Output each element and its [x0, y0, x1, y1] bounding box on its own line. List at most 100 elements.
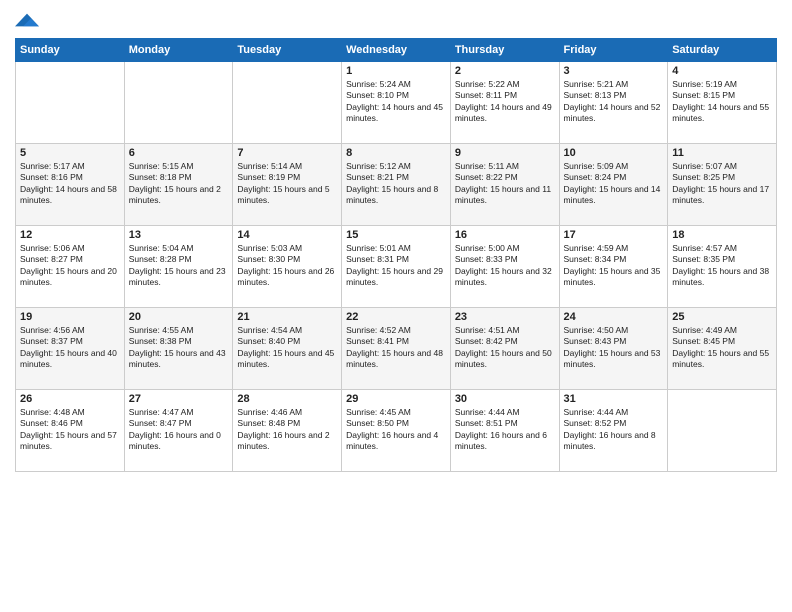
day-number: 14 [237, 229, 337, 241]
day-number: 5 [20, 147, 120, 159]
calendar-cell: 25Sunrise: 4:49 AMSunset: 8:45 PMDayligh… [668, 308, 777, 390]
day-info: Sunrise: 4:45 AMSunset: 8:50 PMDaylight:… [346, 407, 446, 453]
calendar-cell [668, 390, 777, 472]
calendar-cell: 7 Sunrise: 5:14 AMSunset: 8:19 PMDaylight… [233, 144, 342, 226]
day-number: 30 [455, 393, 555, 405]
day-number: 13 [129, 229, 229, 241]
calendar-cell [233, 62, 342, 144]
day-number: 8 [346, 147, 446, 159]
day-number: 7 [237, 147, 337, 159]
day-info: Sunrise: 4:44 AMSunset: 8:52 PMDaylight:… [564, 407, 664, 453]
day-number: 23 [455, 311, 555, 323]
calendar-cell: 12 Sunrise: 5:06 AMSunset: 8:27 PMDayligh… [16, 226, 125, 308]
day-number: 2 [455, 65, 555, 77]
day-number: 6 [129, 147, 229, 159]
calendar-week-row: 19 Sunrise: 4:56 AMSunset: 8:37 PMDayligh… [16, 308, 777, 390]
calendar-cell: 11 Sunrise: 5:07 AMSunset: 8:25 PMDayligh… [668, 144, 777, 226]
day-info: Sunrise: 4:54 AMSunset: 8:40 PMDaylight:… [237, 325, 337, 371]
day-number: 20 [129, 311, 229, 323]
calendar-cell: 2 Sunrise: 5:22 AMSunset: 8:11 PMDaylight… [450, 62, 559, 144]
calendar-week-row: 1 Sunrise: 5:24 AMSunset: 8:10 PMDaylight… [16, 62, 777, 144]
day-number: 29 [346, 393, 446, 405]
day-info: Sunrise: 5:21 AMSunset: 8:13 PMDaylight:… [564, 79, 664, 125]
day-info: Sunrise: 4:59 AMSunset: 8:34 PMDaylight:… [564, 243, 664, 289]
calendar-cell: 8 Sunrise: 5:12 AMSunset: 8:21 PMDaylight… [342, 144, 451, 226]
day-number: 21 [237, 311, 337, 323]
calendar-cell: 6Sunrise: 5:15 AMSunset: 8:18 PMDaylight… [124, 144, 233, 226]
calendar-cell: 13 Sunrise: 5:04 AMSunset: 8:28 PMDayligh… [124, 226, 233, 308]
day-info: Sunrise: 4:57 AMSunset: 8:35 PMDaylight:… [672, 243, 772, 289]
day-info: Sunrise: 5:09 AMSunset: 8:24 PMDaylight:… [564, 161, 664, 207]
logo-icon [15, 10, 39, 30]
day-number: 3 [564, 65, 664, 77]
day-info: Sunrise: 4:44 AMSunset: 8:51 PMDaylight:… [455, 407, 555, 453]
calendar-cell: 24Sunrise: 4:50 AMSunset: 8:43 PMDayligh… [559, 308, 668, 390]
day-info: Sunrise: 5:06 AMSunset: 8:27 PMDaylight:… [20, 243, 120, 289]
calendar-cell: 31Sunrise: 4:44 AMSunset: 8:52 PMDayligh… [559, 390, 668, 472]
day-number: 12 [20, 229, 120, 241]
calendar-cell: 1 Sunrise: 5:24 AMSunset: 8:10 PMDaylight… [342, 62, 451, 144]
day-info: Sunrise: 4:56 AMSunset: 8:37 PMDaylight:… [20, 325, 120, 371]
day-number: 26 [20, 393, 120, 405]
logo [15, 10, 43, 30]
calendar-cell: 17 Sunrise: 4:59 AMSunset: 8:34 PMDayligh… [559, 226, 668, 308]
weekday-header: Tuesday [233, 39, 342, 62]
day-info: Sunrise: 4:51 AMSunset: 8:42 PMDaylight:… [455, 325, 555, 371]
day-info: Sunrise: 5:12 AMSunset: 8:21 PMDaylight:… [346, 161, 446, 207]
day-number: 19 [20, 311, 120, 323]
calendar-cell: 10 Sunrise: 5:09 AMSunset: 8:24 PMDayligh… [559, 144, 668, 226]
calendar-cell: 29 Sunrise: 4:45 AMSunset: 8:50 PMDayligh… [342, 390, 451, 472]
day-info: Sunrise: 5:14 AMSunset: 8:19 PMDaylight:… [237, 161, 337, 207]
day-info: Sunrise: 5:07 AMSunset: 8:25 PMDaylight:… [672, 161, 772, 207]
calendar-cell: 9 Sunrise: 5:11 AMSunset: 8:22 PMDaylight… [450, 144, 559, 226]
day-info: Sunrise: 5:01 AMSunset: 8:31 PMDaylight:… [346, 243, 446, 289]
calendar-cell: 3 Sunrise: 5:21 AMSunset: 8:13 PMDaylight… [559, 62, 668, 144]
day-info: Sunrise: 4:46 AMSunset: 8:48 PMDaylight:… [237, 407, 337, 453]
day-info: Sunrise: 4:50 AMSunset: 8:43 PMDaylight:… [564, 325, 664, 371]
weekday-header: Wednesday [342, 39, 451, 62]
day-info: Sunrise: 5:11 AMSunset: 8:22 PMDaylight:… [455, 161, 555, 207]
calendar-cell: 27Sunrise: 4:47 AMSunset: 8:47 PMDayligh… [124, 390, 233, 472]
day-number: 17 [564, 229, 664, 241]
calendar-cell: 30 Sunrise: 4:44 AMSunset: 8:51 PMDayligh… [450, 390, 559, 472]
day-number: 28 [237, 393, 337, 405]
day-number: 4 [672, 65, 772, 77]
weekday-header: Friday [559, 39, 668, 62]
calendar-cell: 20 Sunrise: 4:55 AMSunset: 8:38 PMDayligh… [124, 308, 233, 390]
calendar-cell: 14 Sunrise: 5:03 AMSunset: 8:30 PMDayligh… [233, 226, 342, 308]
day-info: Sunrise: 5:24 AMSunset: 8:10 PMDaylight:… [346, 79, 446, 125]
calendar-cell: 18Sunrise: 4:57 AMSunset: 8:35 PMDayligh… [668, 226, 777, 308]
day-info: Sunrise: 5:03 AMSunset: 8:30 PMDaylight:… [237, 243, 337, 289]
day-info: Sunrise: 5:04 AMSunset: 8:28 PMDaylight:… [129, 243, 229, 289]
weekday-header: Saturday [668, 39, 777, 62]
calendar-week-row: 12 Sunrise: 5:06 AMSunset: 8:27 PMDayligh… [16, 226, 777, 308]
calendar-cell: 19 Sunrise: 4:56 AMSunset: 8:37 PMDayligh… [16, 308, 125, 390]
calendar-cell [124, 62, 233, 144]
day-info: Sunrise: 5:22 AMSunset: 8:11 PMDaylight:… [455, 79, 555, 125]
day-number: 27 [129, 393, 229, 405]
calendar-cell: 15 Sunrise: 5:01 AMSunset: 8:31 PMDayligh… [342, 226, 451, 308]
day-info: Sunrise: 5:17 AMSunset: 8:16 PMDaylight:… [20, 161, 120, 207]
day-number: 9 [455, 147, 555, 159]
weekday-header: Monday [124, 39, 233, 62]
calendar-cell: 28 Sunrise: 4:46 AMSunset: 8:48 PMDayligh… [233, 390, 342, 472]
calendar-week-row: 26 Sunrise: 4:48 AMSunset: 8:46 PMDayligh… [16, 390, 777, 472]
weekday-header: Sunday [16, 39, 125, 62]
day-number: 15 [346, 229, 446, 241]
weekday-header-row: SundayMondayTuesdayWednesdayThursdayFrid… [16, 39, 777, 62]
calendar-cell: 4 Sunrise: 5:19 AMSunset: 8:15 PMDaylight… [668, 62, 777, 144]
calendar-cell: 26 Sunrise: 4:48 AMSunset: 8:46 PMDayligh… [16, 390, 125, 472]
day-info: Sunrise: 4:55 AMSunset: 8:38 PMDaylight:… [129, 325, 229, 371]
day-info: Sunrise: 4:49 AMSunset: 8:45 PMDaylight:… [672, 325, 772, 371]
day-number: 10 [564, 147, 664, 159]
day-info: Sunrise: 5:19 AMSunset: 8:15 PMDaylight:… [672, 79, 772, 125]
calendar-cell: 16Sunrise: 5:00 AMSunset: 8:33 PMDayligh… [450, 226, 559, 308]
calendar-week-row: 5 Sunrise: 5:17 AMSunset: 8:16 PMDaylight… [16, 144, 777, 226]
calendar-cell: 23 Sunrise: 4:51 AMSunset: 8:42 PMDayligh… [450, 308, 559, 390]
calendar-cell [16, 62, 125, 144]
day-info: Sunrise: 4:48 AMSunset: 8:46 PMDaylight:… [20, 407, 120, 453]
day-number: 11 [672, 147, 772, 159]
day-number: 16 [455, 229, 555, 241]
day-number: 1 [346, 65, 446, 77]
page: SundayMondayTuesdayWednesdayThursdayFrid… [0, 0, 792, 612]
